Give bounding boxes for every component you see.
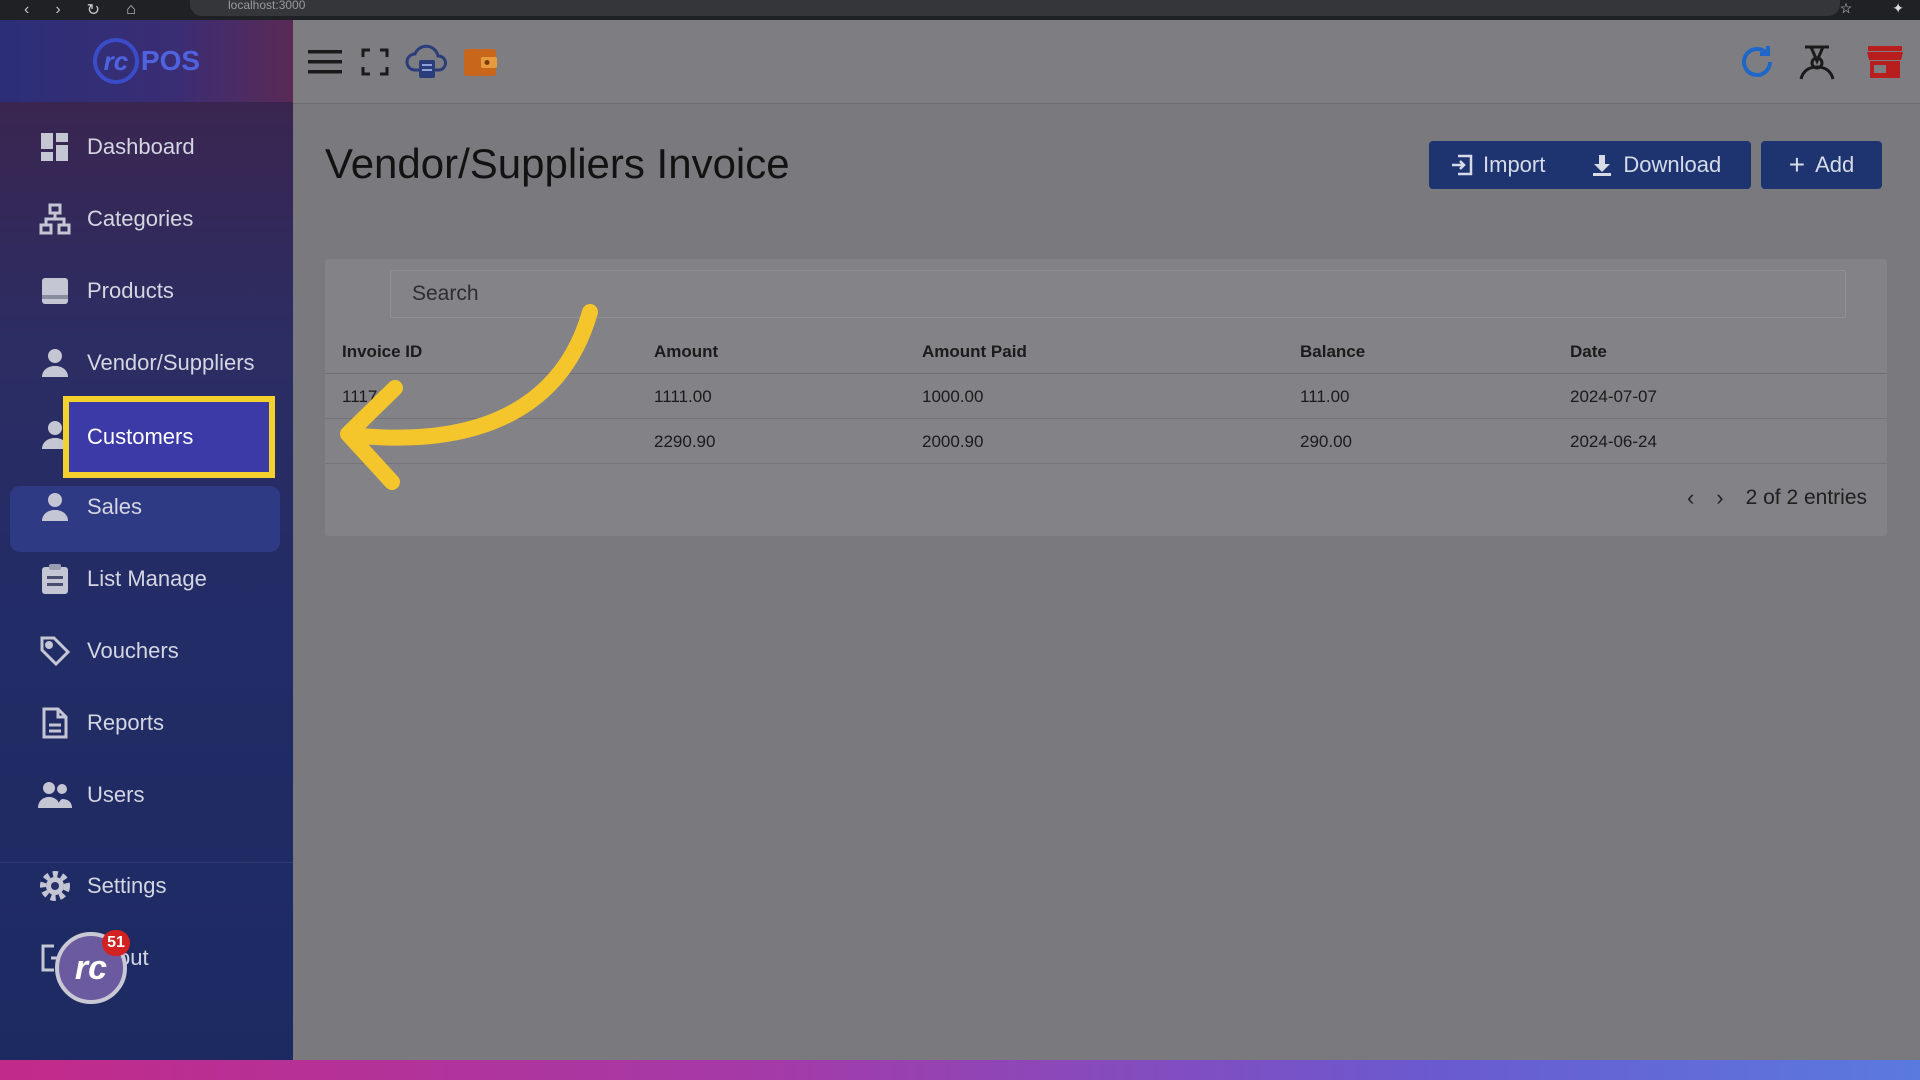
reload-icon[interactable]: ↻	[87, 0, 100, 20]
import-download-group: Import Download	[1429, 141, 1751, 189]
column-header-date[interactable]: Date	[1570, 329, 1607, 374]
cell-amount: 2290.90	[654, 432, 716, 451]
bottom-gradient-strip	[0, 1060, 1920, 1080]
sidebar-item-vendor-suppliers[interactable]: Vendor/Suppliers	[0, 333, 293, 393]
sidebar-item-customers-highlight[interactable]: Customers	[63, 396, 275, 478]
document-icon	[38, 706, 72, 740]
address-bar[interactable]: localhost:3000	[190, 0, 1840, 16]
home-icon[interactable]: ⌂	[126, 1, 136, 19]
import-button[interactable]: Import	[1429, 141, 1567, 189]
logo-text: POS	[140, 45, 201, 76]
person-icon	[38, 490, 72, 524]
cell-balance: 290.00	[1300, 432, 1352, 451]
column-header-amount[interactable]: Amount	[654, 329, 718, 374]
sitemap-icon	[38, 202, 72, 236]
cloud-sync-icon[interactable]	[403, 38, 451, 86]
wallet-icon[interactable]	[457, 38, 505, 86]
sidebar-item-label: Sales	[87, 494, 143, 519]
cell-date: 2024-07-07	[1570, 387, 1657, 406]
download-icon	[1593, 155, 1612, 176]
store-icon[interactable]	[1861, 38, 1909, 86]
add-button-label: Add	[1815, 152, 1855, 177]
column-header-amount-paid[interactable]: Amount Paid	[922, 329, 1027, 374]
cashier-icon[interactable]	[1793, 38, 1841, 86]
add-button[interactable]: + Add	[1761, 141, 1882, 189]
sidebar-item-sales[interactable]: Sales	[0, 477, 293, 537]
sidebar-item-label: Customers	[87, 424, 194, 449]
tutorial-arrow-icon	[340, 304, 598, 490]
brand-logo[interactable]: rc POS	[92, 38, 201, 84]
sidebar-item-dashboard[interactable]: Dashboard	[0, 117, 293, 177]
sidebar-item-label: Products	[87, 278, 174, 303]
cell-amount-paid: 1000.00	[922, 387, 984, 406]
sidebar-item-label: Settings	[87, 873, 167, 898]
sidebar-item-logout[interactable]: out	[0, 928, 293, 988]
logo-mark-icon: rc	[92, 38, 139, 84]
extensions-icon[interactable]: ✦	[1892, 0, 1904, 17]
sidebar-menu: Dashboard Categories Products Vendor/Sup…	[0, 102, 293, 1060]
import-icon	[1452, 154, 1473, 176]
sidebar-item-label: Users	[87, 782, 145, 807]
prev-page-icon[interactable]: ‹	[1687, 485, 1694, 511]
sidebar-item-products[interactable]: Products	[0, 261, 293, 321]
users-icon	[38, 778, 72, 812]
browser-actions: ☆ ✦	[1840, 0, 1904, 17]
plus-icon: +	[1788, 149, 1806, 180]
clipboard-icon	[38, 562, 72, 596]
sidebar-item-label: Reports	[87, 710, 165, 735]
browser-toolbar: ‹ › ↻ ⌂ localhost:3000 ☆ ✦	[0, 0, 1920, 20]
cell-amount-paid: 2000.90	[922, 432, 984, 451]
refresh-icon[interactable]	[1733, 38, 1781, 86]
pagination: ‹ › 2 of 2 entries	[1687, 485, 1867, 511]
import-button-label: Import	[1483, 152, 1546, 177]
sidebar-item-settings[interactable]: Settings	[0, 856, 293, 916]
back-icon[interactable]: ‹	[24, 1, 29, 19]
sidebar-item-label: Dashboard	[87, 134, 195, 159]
sidebar: rc POS Dashboard Categories Products Ven…	[0, 20, 293, 1060]
person-icon	[38, 346, 72, 380]
sidebar-item-reports[interactable]: Reports	[0, 693, 293, 753]
fullscreen-icon[interactable]	[351, 38, 399, 86]
sidebar-item-label: Categories	[87, 206, 194, 231]
forward-icon[interactable]: ›	[55, 1, 60, 19]
browser-nav: ‹ › ↻ ⌂	[24, 0, 136, 20]
sidebar-item-categories[interactable]: Categories	[0, 189, 293, 249]
column-header-balance[interactable]: Balance	[1300, 329, 1365, 374]
download-button[interactable]: Download	[1567, 141, 1743, 189]
bookmark-icon[interactable]: ☆	[1840, 0, 1853, 17]
url-text: localhost:3000	[228, 0, 306, 12]
notification-badge: 51	[102, 930, 130, 956]
brand-header: rc POS	[0, 20, 293, 102]
dashboard-icon	[38, 130, 72, 164]
cell-amount: 1111.00	[654, 387, 712, 406]
gear-icon	[38, 869, 72, 903]
next-page-icon[interactable]: ›	[1716, 485, 1723, 511]
sidebar-item-label: Vendor/Suppliers	[87, 350, 255, 375]
download-button-label: Download	[1623, 152, 1722, 177]
tag-icon	[38, 634, 72, 668]
cell-balance: 111.00	[1300, 387, 1350, 406]
page-title: Vendor/Suppliers Invoice	[325, 140, 790, 187]
sidebar-item-label: List Manage	[87, 566, 207, 591]
cell-date: 2024-06-24	[1570, 432, 1657, 451]
hamburger-menu-icon[interactable]	[301, 38, 349, 86]
sidebar-item-vouchers[interactable]: Vouchers	[0, 621, 293, 681]
top-bar	[293, 20, 1920, 104]
product-icon	[38, 274, 72, 308]
sidebar-item-list-manage[interactable]: List Manage	[0, 549, 293, 609]
pagination-summary: 2 of 2 entries	[1745, 486, 1867, 509]
sidebar-item-users[interactable]: Users	[0, 765, 293, 825]
sidebar-item-label: Vouchers	[87, 638, 179, 663]
